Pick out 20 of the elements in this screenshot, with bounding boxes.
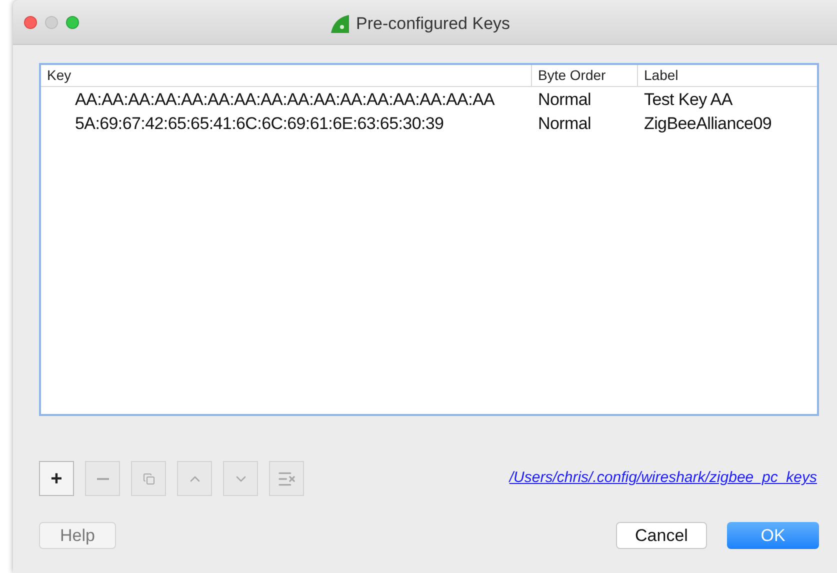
help-button[interactable]: Help: [39, 522, 116, 549]
window-title: Pre-configured Keys: [356, 13, 510, 35]
table-cell-text: AA:AA:AA:AA:AA:AA:AA:AA:AA:AA:AA:AA:AA:AA:AA:AA: [74, 89, 496, 112]
zoom-button[interactable]: [66, 16, 79, 28]
table-cell-text: 5A:69:67:42:65:65:41:6C:6C:69:61:6E:63:65:30:39: [74, 113, 445, 136]
column-header[interactable]: Label: [637, 65, 817, 86]
table-cell-text: ZigBeeAlliance09: [643, 113, 773, 136]
close-button[interactable]: [24, 16, 37, 28]
table-cell-text: Normal: [537, 113, 592, 136]
file-path-link[interactable]: /Users/chris/.config/wireshark/zigbee_pc_keys: [509, 467, 817, 490]
copy-icon: [142, 472, 154, 484]
minimize-button[interactable]: [45, 16, 58, 28]
table-cell-text: Test Key AA: [643, 89, 734, 112]
add-button[interactable]: +: [39, 461, 74, 496]
cancel-button[interactable]: Cancel: [616, 522, 707, 549]
column-header[interactable]: Key: [41, 65, 531, 86]
column-header[interactable]: Byte Order: [531, 65, 637, 86]
fin-icon: [330, 14, 350, 34]
minus-icon: [96, 478, 108, 480]
table-cell-text: Normal: [537, 89, 592, 112]
